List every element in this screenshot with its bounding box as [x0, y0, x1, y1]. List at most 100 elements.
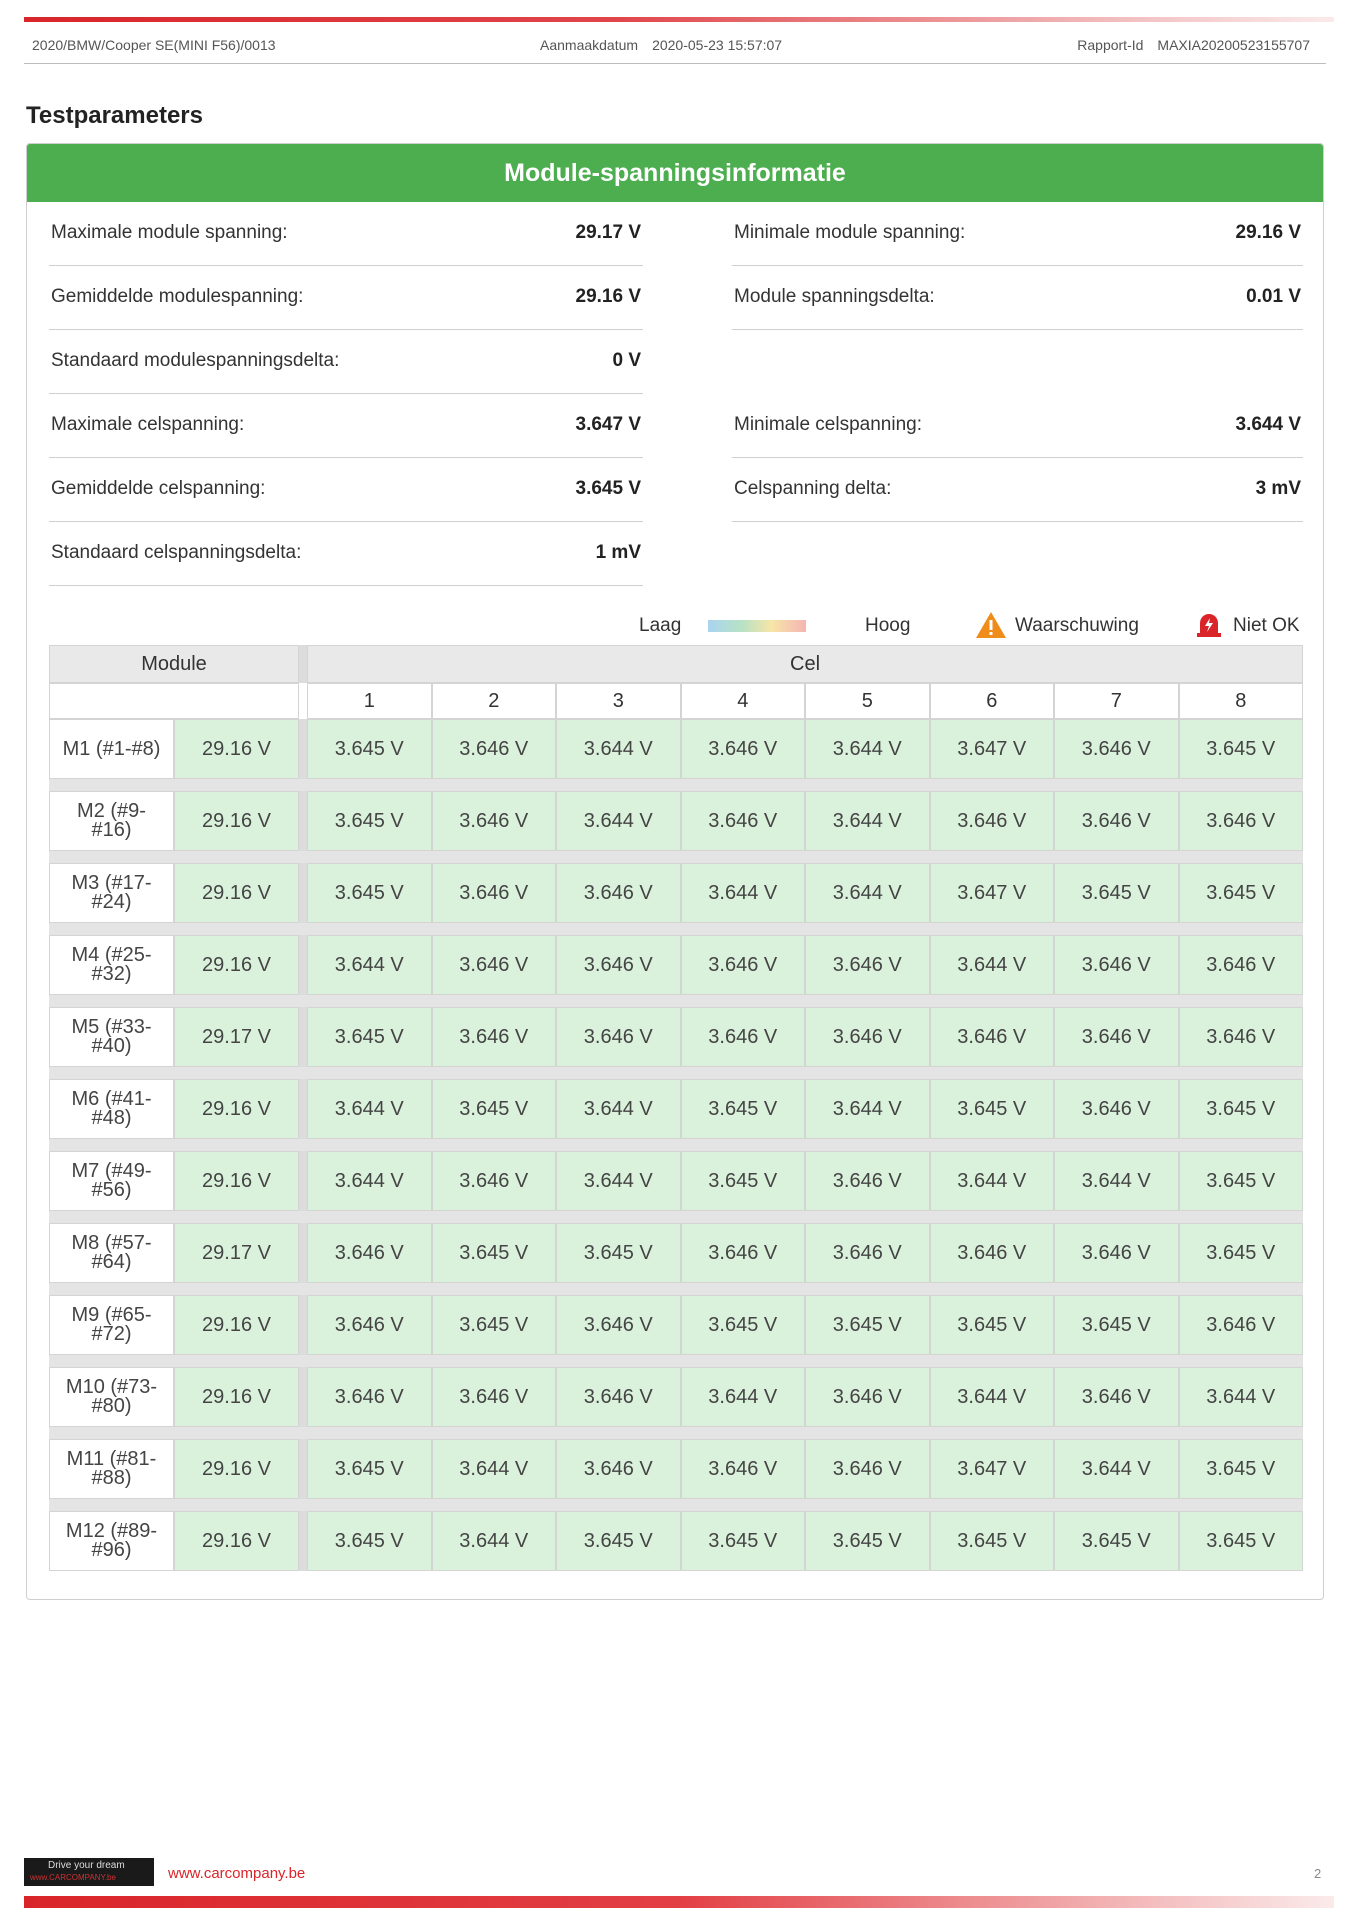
module-voltage: 29.16 V: [174, 935, 300, 995]
cell-voltage: 3.645 V: [1054, 863, 1179, 923]
cell-voltage: 3.644 V: [680, 863, 806, 923]
cell-voltage: 3.645 V: [307, 719, 432, 779]
column-spacer: [299, 1007, 308, 1067]
cell-voltage: 3.645 V: [680, 1151, 806, 1211]
cell-voltage: 3.646 V: [431, 791, 557, 851]
param-value: 3.644 V: [1235, 414, 1302, 435]
cell-voltage: 3.646 V: [431, 719, 557, 779]
row-separator: [49, 1427, 1304, 1439]
cell-voltage: 3.645 V: [929, 1511, 1055, 1571]
legend-not-ok-label: Niet OK: [1233, 615, 1300, 636]
module-column-header: Module: [49, 645, 300, 683]
param-value: 0 V: [612, 350, 641, 371]
module-voltage: 29.16 V: [174, 1295, 300, 1355]
row-separator: [49, 1139, 1304, 1151]
cell-voltage: 3.646 V: [556, 935, 681, 995]
cell-voltage: 3.645 V: [680, 1511, 806, 1571]
row-separator-fill: [49, 779, 1304, 791]
cell-voltage: 3.646 V: [929, 1007, 1055, 1067]
cell-voltage: 3.645 V: [1178, 719, 1304, 779]
blank-header: [49, 683, 300, 719]
cell-voltage: 3.645 V: [431, 1079, 557, 1139]
logo-brand: www.CARCOMPANY.be: [30, 1873, 116, 1882]
row-separator: [49, 995, 1304, 1007]
cell-voltage: 3.646 V: [680, 1223, 806, 1283]
param-max-cell: Maximale celspanning: 3.647 V: [49, 394, 643, 458]
module-row: M10 (#73-#80) 29.16 V 3.646 V 3.646 V 3.646 …: [49, 1367, 1304, 1427]
row-separator-fill: [49, 1499, 1304, 1511]
cell-voltage: 3.644 V: [929, 935, 1055, 995]
row-separator: [49, 851, 1304, 863]
cell-voltage: 3.646 V: [929, 1223, 1055, 1283]
param-delta-cell: Celspanning delta: 3 mV: [732, 458, 1303, 522]
row-separator-fill: [49, 1427, 1304, 1439]
cell-voltage: 3.646 V: [431, 863, 557, 923]
creation-date-label: Aanmaakdatum: [540, 37, 639, 53]
cell-number-header: 4: [680, 683, 806, 719]
param-value: 3 mV: [1255, 478, 1301, 499]
legend-low-label: Laag: [639, 615, 682, 636]
cell-number-header: 2: [431, 683, 557, 719]
param-min-module: Minimale module spanning: 29.16 V: [732, 202, 1303, 266]
column-spacer: [299, 1223, 308, 1283]
report-id: Rapport-Id MAXIA20200523155707: [1077, 37, 1310, 53]
cell-voltage: 3.644 V: [431, 1439, 557, 1499]
cell-voltage: 3.646 V: [1178, 1295, 1304, 1355]
param-min-cell: Minimale celspanning: 3.644 V: [732, 394, 1303, 458]
param-value: 0.01 V: [1246, 286, 1301, 307]
cell-voltage: 3.644 V: [805, 791, 930, 851]
cell-voltage: 3.645 V: [307, 1439, 432, 1499]
row-separator-fill: [49, 995, 1304, 1007]
logo-tagline: Drive your dream: [48, 1860, 125, 1871]
row-separator-fill: [49, 1139, 1304, 1151]
footer-website-link[interactable]: www.carcompany.be: [168, 1865, 305, 1882]
row-separator-fill: [49, 923, 1304, 935]
cell-voltage: 3.646 V: [556, 1007, 681, 1067]
cell-voltage: 3.645 V: [680, 1295, 806, 1355]
param-label: Maximale celspanning:: [51, 414, 245, 435]
module-voltage: 29.16 V: [174, 1151, 300, 1211]
cell-voltage: 3.644 V: [929, 1367, 1055, 1427]
row-separator: [49, 1283, 1304, 1295]
cell-voltage: 3.645 V: [1178, 1079, 1304, 1139]
cell-voltage: 3.646 V: [556, 1439, 681, 1499]
cell-voltage: 3.646 V: [307, 1223, 432, 1283]
cell-voltage: 3.645 V: [307, 1511, 432, 1571]
cell-voltage: 3.645 V: [929, 1079, 1055, 1139]
error-alarm-icon: [1194, 611, 1224, 639]
param-label: Minimale celspanning:: [734, 414, 922, 435]
cell-voltage: 3.646 V: [431, 935, 557, 995]
param-std-cell: Standaard celspanningsdelta: 1 mV: [49, 522, 643, 586]
module-name: M10 (#73-#80): [49, 1367, 174, 1427]
legend-high-label: Hoog: [865, 615, 911, 636]
row-separator: [49, 1499, 1304, 1511]
module-row: M11 (#81-#88) 29.16 V 3.645 V 3.644 V 3.646 …: [49, 1439, 1304, 1499]
module-name: M11 (#81-#88): [49, 1439, 174, 1499]
cell-voltage: 3.647 V: [929, 719, 1055, 779]
cell-voltage: 3.646 V: [1054, 1007, 1179, 1067]
cell-voltage: 3.646 V: [805, 1151, 930, 1211]
module-name: M3 (#17-#24): [49, 863, 174, 923]
cell-voltage: 3.646 V: [556, 1367, 681, 1427]
cell-voltage: 3.646 V: [805, 1223, 930, 1283]
module-voltage: 29.16 V: [174, 791, 300, 851]
row-separator: [49, 1067, 1304, 1079]
cell-voltage-table: Module Cel 1 2 3 4 5 6 7 8 M1 (#1-#8) 29.…: [49, 645, 1304, 1571]
bottom-accent-bar: [24, 1896, 1334, 1908]
param-label: Standaard celspanningsdelta:: [51, 542, 302, 563]
creation-date-value: 2020-05-23 15:57:07: [652, 37, 783, 53]
row-separator-fill: [49, 1355, 1304, 1367]
cell-voltage: 3.645 V: [431, 1295, 557, 1355]
cell-column-header: Cel: [307, 645, 1304, 683]
module-voltage: 29.17 V: [174, 1223, 300, 1283]
cell-voltage: 3.646 V: [431, 1367, 557, 1427]
company-logo: Drive your dream www.CARCOMPANY.be: [24, 1858, 154, 1886]
module-rows: M1 (#1-#8) 29.16 V 3.645 V 3.646 V 3.644 V 3.…: [49, 719, 1304, 1571]
column-spacer: [299, 863, 308, 923]
cell-voltage: 3.646 V: [805, 1439, 930, 1499]
cell-voltage: 3.645 V: [307, 1007, 432, 1067]
column-spacer: [299, 1367, 308, 1427]
cell-number-header: 7: [1054, 683, 1179, 719]
cell-voltage: 3.645 V: [1178, 1439, 1304, 1499]
card-title: Module-spanningsinformatie: [27, 144, 1323, 202]
